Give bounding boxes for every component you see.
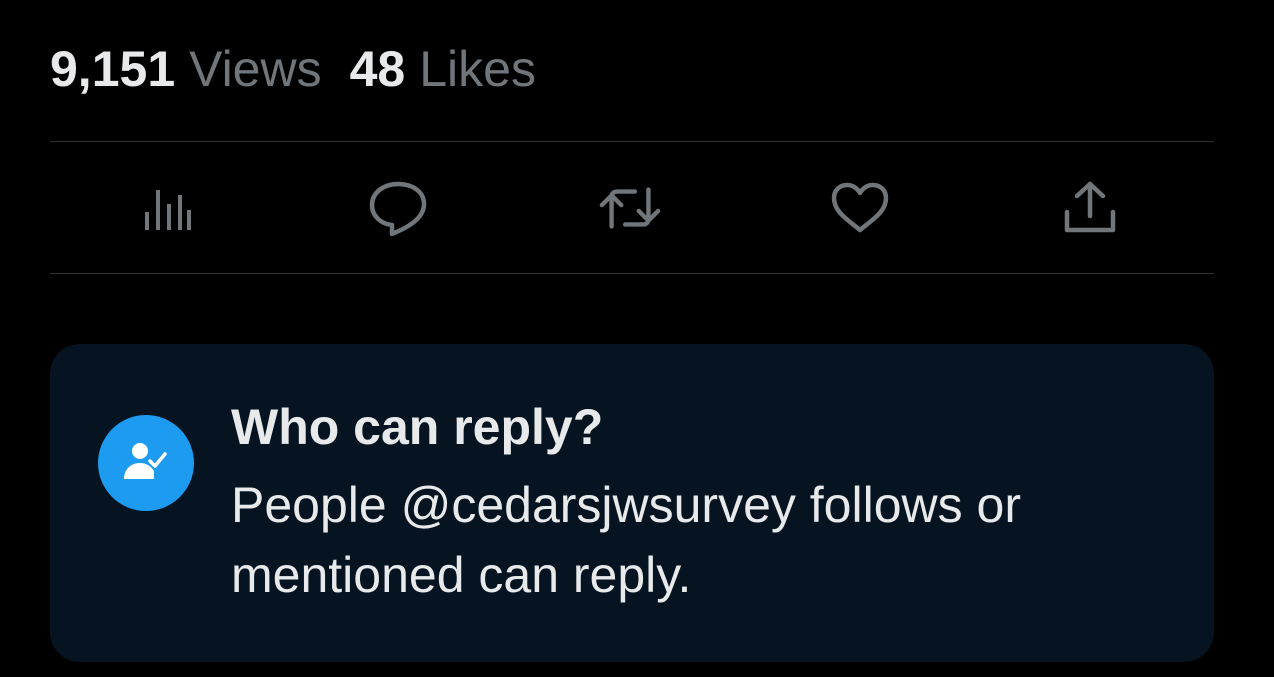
reply-settings-description: People @cedarsjwsurvey follows or mentio…: [231, 477, 1021, 603]
tweet-stats: 9,151 Views 48 Likes: [50, 38, 536, 100]
likes-label: Likes: [419, 41, 536, 97]
likes-stat[interactable]: 48 Likes: [350, 38, 536, 100]
tweet-detail-footer: 9,151 Views 48 Likes Who can reply? Peop…: [0, 0, 1274, 677]
divider-bottom: [50, 273, 1214, 274]
views-count: 9,151: [50, 41, 176, 97]
analytics-button[interactable]: [135, 180, 199, 236]
views-label: Views: [189, 41, 322, 97]
reply-button[interactable]: [366, 180, 430, 236]
person-check-icon: [124, 443, 167, 479]
retweet-button[interactable]: [598, 180, 662, 236]
person-check-badge: [98, 415, 194, 511]
bar-chart-icon: [145, 190, 191, 230]
retweet-arrows-icon: [599, 187, 661, 229]
like-button[interactable]: [828, 180, 892, 236]
likes-count: 48: [349, 41, 406, 97]
tweet-action-bar: [50, 142, 1214, 273]
upload-share-icon: [1064, 181, 1116, 233]
reply-settings-card: Who can reply? People @cedarsjwsurvey fo…: [50, 344, 1214, 662]
heart-icon: [831, 182, 889, 233]
views-stat[interactable]: 9,151 Views: [50, 38, 322, 100]
reply-settings-title: Who can reply?: [231, 399, 604, 455]
speech-bubble-icon: [369, 181, 427, 236]
share-button[interactable]: [1058, 180, 1122, 236]
